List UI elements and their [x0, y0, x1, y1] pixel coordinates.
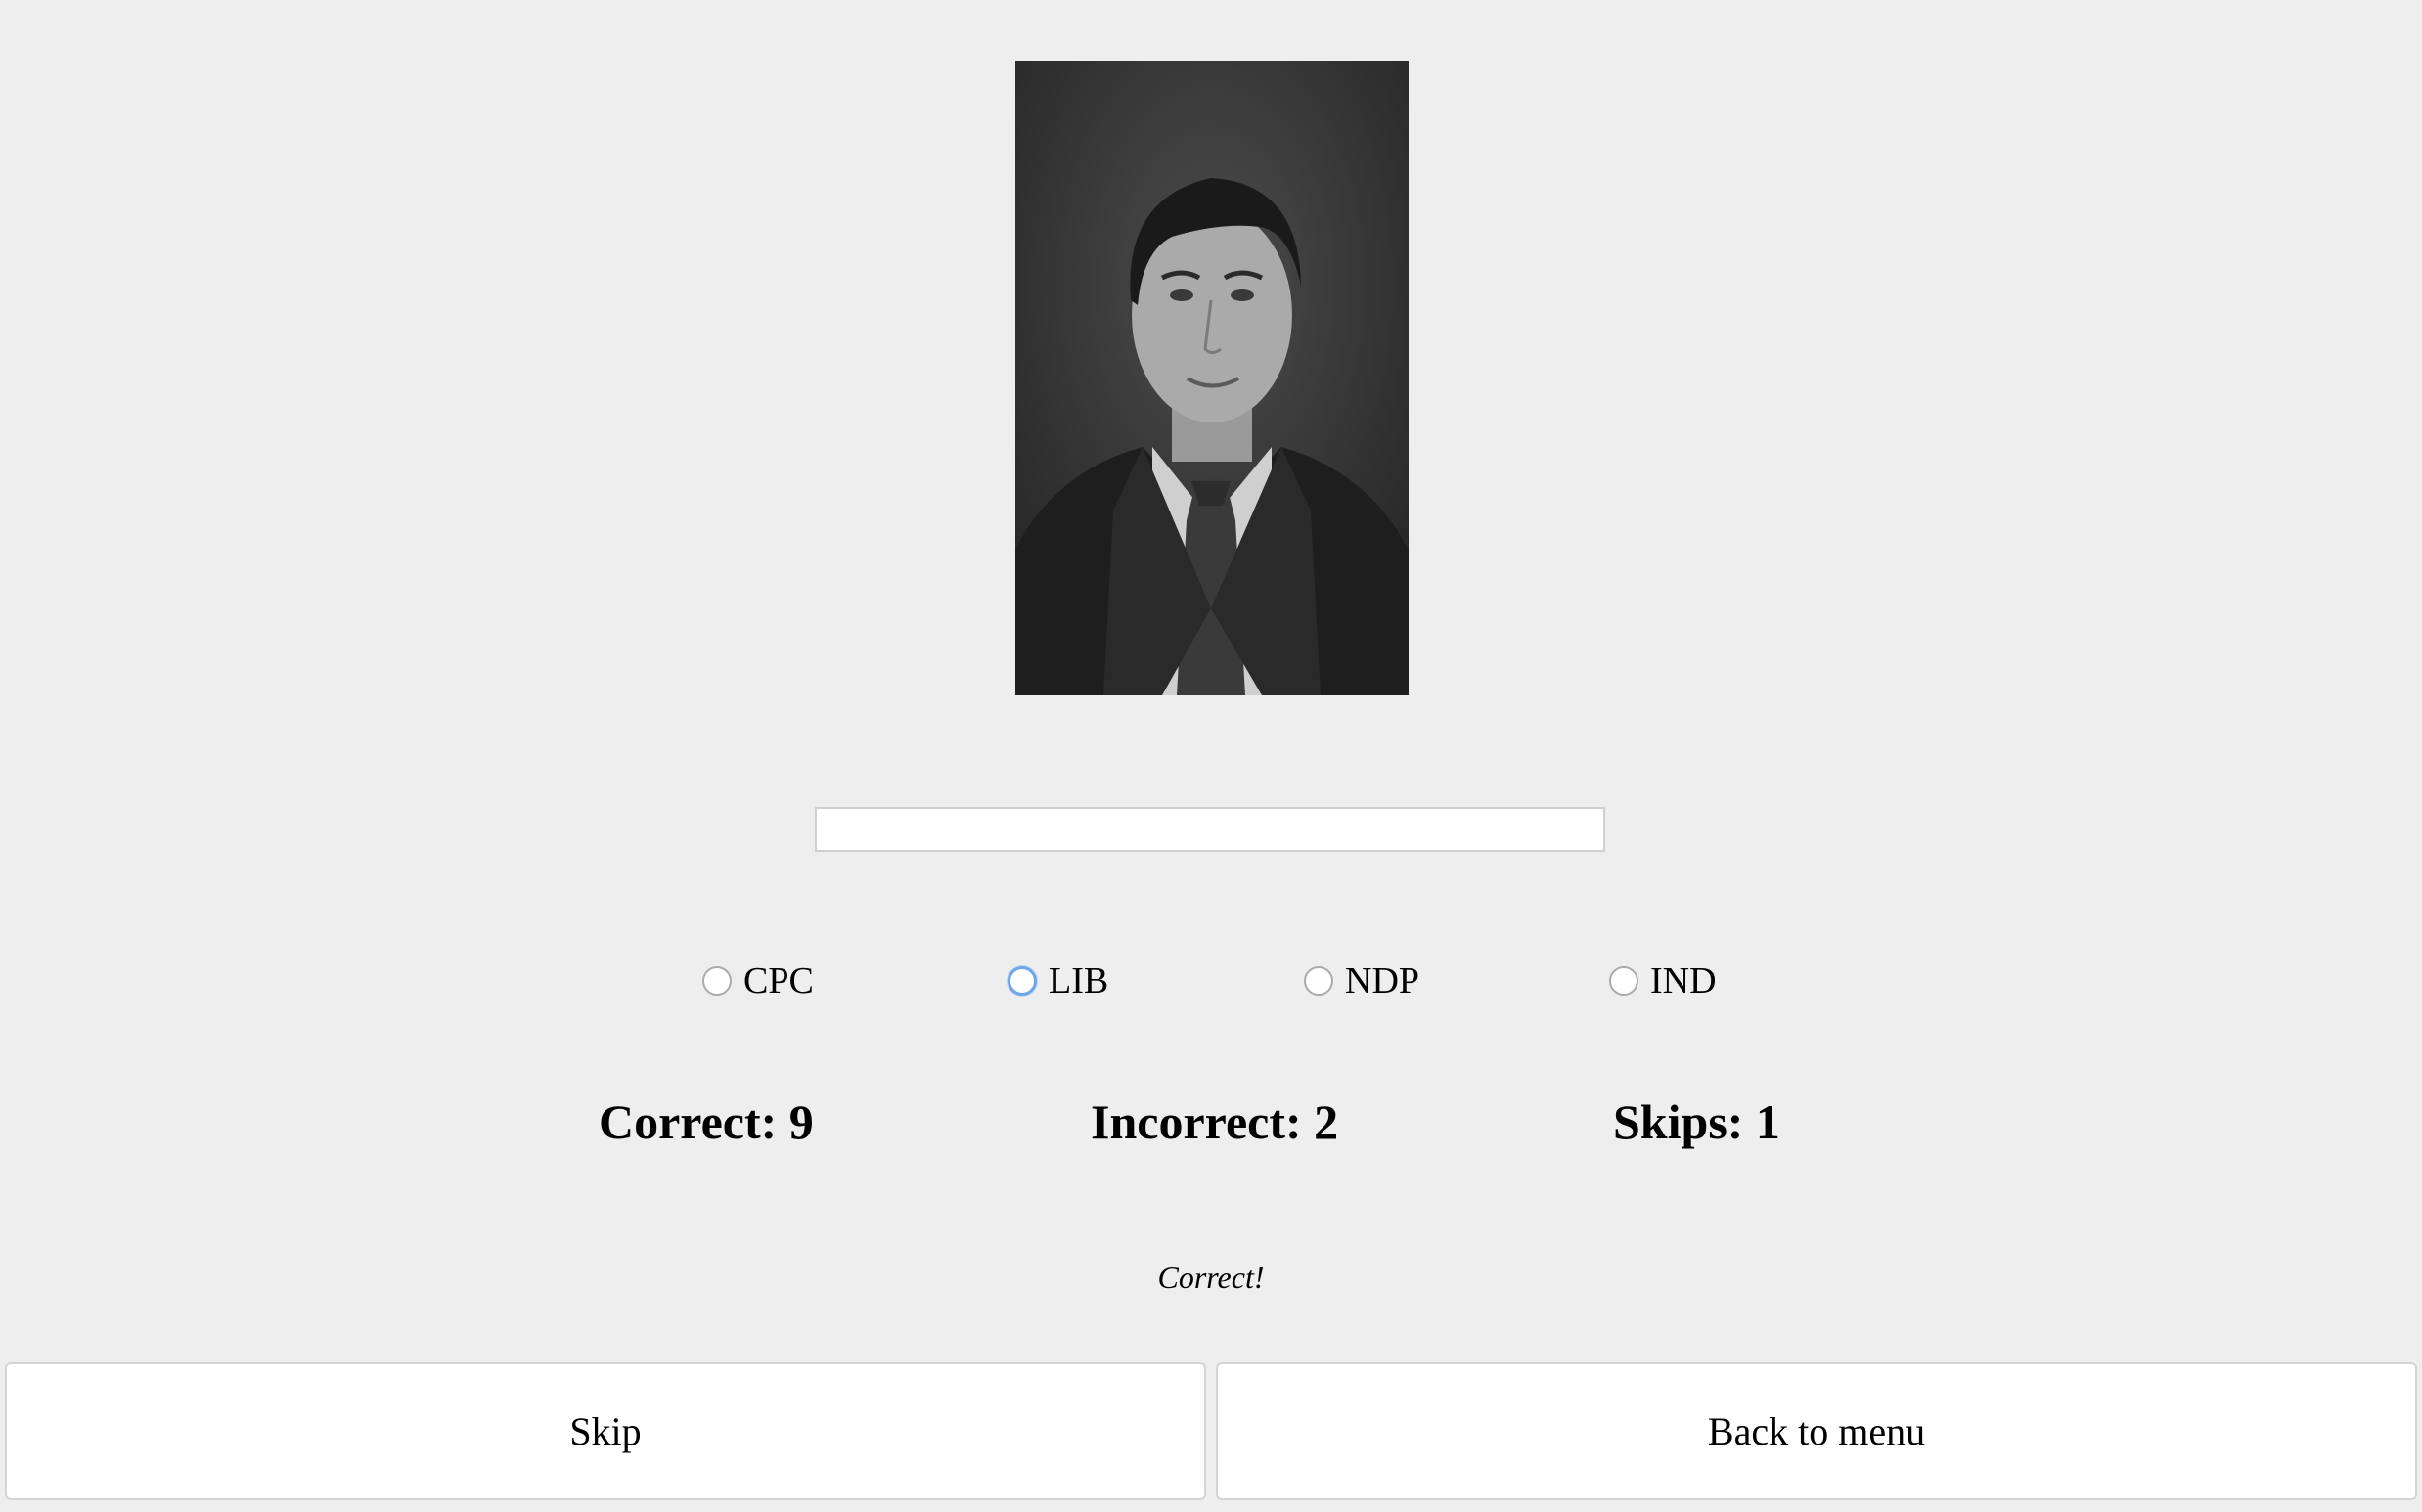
feedback-message: Correct!	[1157, 1260, 1265, 1295]
back-to-menu-button[interactable]: Back to menu	[1216, 1362, 2417, 1500]
lib-radio[interactable]	[1008, 966, 1037, 996]
cpc-label: CPC	[743, 960, 814, 1001]
politician-portrait	[1015, 61, 1409, 695]
lib-label: LIB	[1049, 960, 1109, 1001]
party-option-ndp[interactable]: NDP	[1304, 956, 1419, 1005]
ind-radio[interactable]	[1609, 966, 1638, 996]
incorrect-count: Incorrect: 2	[1091, 1094, 1339, 1149]
ind-label: IND	[1650, 960, 1717, 1001]
answer-input[interactable]	[815, 807, 1605, 852]
correct-count: Correct: 9	[599, 1094, 814, 1149]
ndp-label: NDP	[1345, 960, 1420, 1001]
ndp-radio[interactable]	[1304, 966, 1333, 996]
skips-count: Skips: 1	[1613, 1094, 1780, 1149]
party-option-ind[interactable]: IND	[1609, 956, 1717, 1005]
skip-button[interactable]: Skip	[5, 1362, 1206, 1500]
party-option-lib[interactable]: LIB	[1008, 956, 1108, 1005]
party-option-cpc[interactable]: CPC	[702, 956, 814, 1005]
portrait-photo	[1015, 61, 1409, 695]
quiz-page: CPC LIB NDP IND Correct: 9 Incorrect: 2 …	[0, 0, 2422, 1512]
cpc-radio[interactable]	[702, 966, 732, 996]
